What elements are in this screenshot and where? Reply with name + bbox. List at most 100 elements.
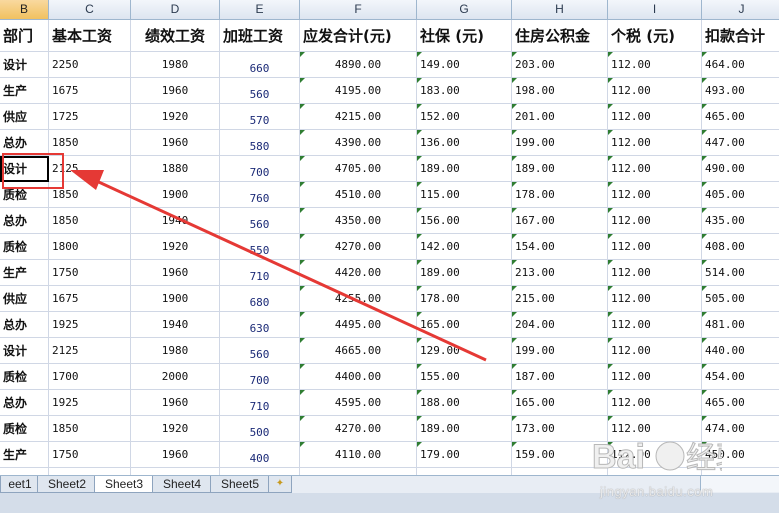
data-cell[interactable]: 2250 [49,52,131,78]
empty-cell[interactable] [49,468,131,475]
data-cell[interactable]: 660 [220,52,300,78]
department-cell[interactable]: 设计 [0,52,49,78]
data-cell[interactable]: 490.00 [702,156,779,182]
data-cell[interactable]: 189.00 [417,156,512,182]
sheet-tab[interactable]: Sheet2 [37,476,97,493]
sheet-tab[interactable]: Sheet4 [152,476,212,493]
data-cell[interactable]: 189.00 [417,260,512,286]
data-cell[interactable]: 400 [220,442,300,468]
column-header-i[interactable]: I [608,0,702,20]
empty-cell[interactable] [512,468,608,475]
header-cell[interactable]: 个税 (元) [608,20,702,52]
data-cell[interactable]: 760 [220,182,300,208]
data-cell[interactable]: 178.00 [512,182,608,208]
data-cell[interactable]: 454.00 [702,364,779,390]
data-cell[interactable]: 1900 [131,286,220,312]
data-cell[interactable]: 474.00 [702,416,779,442]
header-cell[interactable]: 基本工资 [49,20,131,52]
data-cell[interactable]: 112.00 [608,286,702,312]
data-cell[interactable]: 1960 [131,442,220,468]
data-cell[interactable]: 408.00 [702,234,779,260]
data-cell[interactable]: 112.00 [608,156,702,182]
data-cell[interactable]: 112.00 [608,234,702,260]
data-cell[interactable]: 188.00 [417,390,512,416]
data-cell[interactable]: 1960 [131,390,220,416]
data-cell[interactable]: 4270.00 [300,416,417,442]
header-cell[interactable]: 住房公积金 [512,20,608,52]
data-cell[interactable]: 112.00 [608,338,702,364]
data-cell[interactable]: 465.00 [702,390,779,416]
data-cell[interactable]: 1925 [49,312,131,338]
data-cell[interactable]: 129.00 [417,338,512,364]
header-cell[interactable]: 绩效工资 [131,20,220,52]
department-cell[interactable]: 总办 [0,312,49,338]
data-cell[interactable]: 149.00 [417,52,512,78]
empty-cell[interactable] [417,468,512,475]
data-cell[interactable]: 1925 [49,390,131,416]
data-cell[interactable]: 1920 [131,234,220,260]
data-cell[interactable]: 112.00 [608,312,702,338]
data-cell[interactable]: 189.00 [417,416,512,442]
data-cell[interactable]: 4255.00 [300,286,417,312]
data-cell[interactable]: 1920 [131,416,220,442]
data-cell[interactable]: 481.00 [702,312,779,338]
data-cell[interactable]: 112.00 [608,208,702,234]
data-cell[interactable]: 199.00 [512,338,608,364]
sheet-tab[interactable]: eet1 [0,476,40,493]
department-cell[interactable]: 质检 [0,234,49,260]
data-cell[interactable]: 4215.00 [300,104,417,130]
column-header-d[interactable]: D [131,0,220,20]
department-cell[interactable]: 总办 [0,390,49,416]
data-cell[interactable]: 189.00 [512,156,608,182]
header-cell[interactable]: 扣款合计 [702,20,779,52]
data-cell[interactable]: 2125 [49,156,131,182]
data-cell[interactable]: 4420.00 [300,260,417,286]
data-cell[interactable]: 1850 [49,130,131,156]
data-cell[interactable]: 1675 [49,286,131,312]
data-cell[interactable]: 710 [220,260,300,286]
data-cell[interactable]: 215.00 [512,286,608,312]
data-cell[interactable]: 493.00 [702,78,779,104]
data-cell[interactable]: 580 [220,130,300,156]
header-cell[interactable]: 应发合计(元) [300,20,417,52]
department-cell[interactable]: 质检 [0,182,49,208]
data-cell[interactable]: 1960 [131,78,220,104]
data-cell[interactable]: 1880 [131,156,220,182]
data-cell[interactable]: 155.00 [417,364,512,390]
department-cell[interactable]: 总办 [0,208,49,234]
data-cell[interactable]: 115.00 [417,182,512,208]
data-cell[interactable]: 112.00 [608,130,702,156]
department-cell[interactable]: 生产 [0,442,49,468]
data-cell[interactable]: 201.00 [512,104,608,130]
empty-cell[interactable] [0,468,49,475]
empty-cell[interactable] [702,468,779,475]
data-cell[interactable]: 1960 [131,260,220,286]
data-cell[interactable]: 1980 [131,338,220,364]
data-cell[interactable]: 4595.00 [300,390,417,416]
data-cell[interactable]: 173.00 [512,416,608,442]
data-cell[interactable]: 1725 [49,104,131,130]
data-cell[interactable]: 505.00 [702,286,779,312]
data-cell[interactable]: 4510.00 [300,182,417,208]
header-cell[interactable]: 加班工资 [220,20,300,52]
department-cell[interactable]: 总办 [0,130,49,156]
column-header-j[interactable]: J [702,0,779,20]
data-cell[interactable]: 2125 [49,338,131,364]
data-cell[interactable]: 4705.00 [300,156,417,182]
data-cell[interactable]: 1850 [49,208,131,234]
empty-cell[interactable] [220,468,300,475]
data-cell[interactable]: 136.00 [417,130,512,156]
data-cell[interactable]: 1960 [131,130,220,156]
data-cell[interactable]: 4270.00 [300,234,417,260]
data-cell[interactable]: 112.00 [608,390,702,416]
data-cell[interactable]: 198.00 [512,78,608,104]
data-cell[interactable]: 4495.00 [300,312,417,338]
sheet-tab[interactable]: Sheet3 [94,476,154,493]
data-cell[interactable]: 514.00 [702,260,779,286]
empty-cell[interactable] [131,468,220,475]
data-cell[interactable]: 1675 [49,78,131,104]
data-cell[interactable]: 630 [220,312,300,338]
data-cell[interactable]: 159.00 [512,442,608,468]
data-cell[interactable]: 4195.00 [300,78,417,104]
data-cell[interactable]: 680 [220,286,300,312]
